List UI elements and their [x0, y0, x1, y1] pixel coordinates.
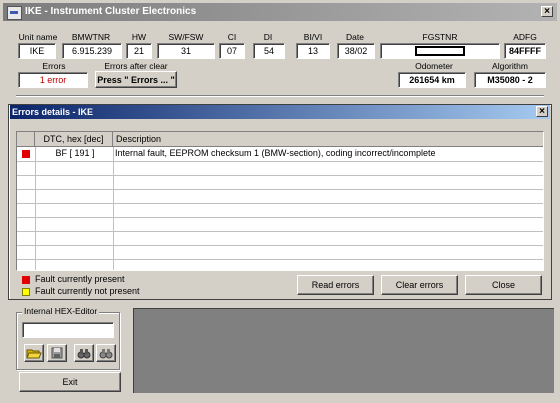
algorithm-field: M35080 - 2: [474, 72, 546, 88]
errors-after-clear-label: Errors after clear: [104, 61, 168, 71]
read-errors-button[interactable]: Read errors: [297, 275, 374, 295]
hw-field: 21: [126, 43, 152, 59]
open-folder-icon[interactable]: [24, 344, 44, 362]
dtc-column-header[interactable]: DTC, hex [dec]: [35, 132, 113, 147]
fault-present-swatch: [22, 276, 30, 284]
grid-line: [17, 175, 543, 176]
grid-line: [17, 161, 543, 162]
main-title: IKE - Instrument Cluster Electronics: [25, 6, 197, 17]
odometer-label: Odometer: [415, 61, 453, 71]
errors-count-field: 1 error: [18, 72, 88, 88]
di-field: 54: [253, 43, 285, 59]
grid-line: [17, 189, 543, 190]
sw-fsw-field: 31: [157, 43, 215, 59]
main-close-icon[interactable]: ×: [541, 6, 553, 17]
date-field: 38/02: [337, 43, 375, 59]
status-column-header: [17, 132, 35, 147]
dtc-cell: BF [ 191 ]: [55, 148, 95, 158]
grid-line: [17, 217, 543, 218]
date-label: Date: [346, 32, 364, 42]
ci-label: CI: [227, 32, 237, 42]
main-titlebar[interactable]: IKE - Instrument Cluster Electronics ×: [3, 3, 557, 21]
fgstnr-field: [380, 43, 500, 59]
grid-line: [113, 147, 114, 270]
ci-field: 07: [219, 43, 245, 59]
find-binoculars-icon[interactable]: [74, 344, 94, 362]
hw-label: HW: [131, 32, 147, 42]
fault-present-indicator: [22, 150, 30, 158]
close-button[interactable]: Close: [465, 275, 542, 295]
dialog-close-icon[interactable]: ×: [536, 106, 548, 117]
description-cell: Internal fault, EEPROM checksum 1 (BMW-s…: [115, 148, 436, 158]
grid-line: [17, 245, 543, 246]
fgstnr-redacted-box: [415, 46, 465, 56]
unit-name-label: Unit name: [18, 32, 58, 42]
grid-line: [35, 147, 36, 270]
bi-vi-field: 13: [296, 43, 330, 59]
bmwtnr-label: BMWTNR: [71, 32, 111, 42]
dialog-titlebar[interactable]: Errors details - IKE ×: [10, 105, 550, 119]
errors-after-clear-button[interactable]: Press " Errors ... ": [95, 71, 177, 88]
clear-errors-button[interactable]: Clear errors: [381, 275, 458, 295]
grid-line: [17, 259, 543, 260]
hex-editor-title: Internal HEX-Editor: [22, 306, 100, 316]
grid-line: [17, 203, 543, 204]
adfg-field: 84FFFF: [504, 43, 546, 59]
table-row[interactable]: BF [ 191 ] Internal fault, EEPROM checks…: [17, 147, 543, 161]
bi-vi-label: BI/VI: [303, 32, 323, 42]
algorithm-label: Algorithm: [492, 61, 528, 71]
dialog-title: Errors details - IKE: [12, 107, 94, 117]
find-next-binoculars-icon[interactable]: [96, 344, 116, 362]
di-label: DI: [263, 32, 273, 42]
bmwtnr-field: 6.915.239: [62, 43, 122, 59]
errors-label: Errors: [42, 61, 66, 71]
app-icon: [7, 6, 22, 20]
grid-line: [17, 231, 543, 232]
legend-present-label: Fault currently present: [35, 274, 125, 284]
dtc-table-header: DTC, hex [dec] Description: [17, 132, 543, 147]
exit-button[interactable]: Exit: [19, 372, 121, 392]
odometer-field: 261654 km: [398, 72, 466, 88]
sw-fsw-label: SW/FSW: [168, 32, 204, 42]
save-disk-icon[interactable]: [47, 344, 67, 362]
empty-workspace: [133, 308, 554, 393]
adfg-label: ADFG: [513, 32, 537, 42]
fgstnr-label: FGSTNR: [422, 32, 458, 42]
fault-not-present-swatch: [22, 288, 30, 296]
separator: [16, 95, 544, 97]
legend-not-present-label: Fault currently not present: [35, 286, 140, 296]
unit-name-field: IKE: [18, 43, 56, 59]
hex-editor-input[interactable]: [22, 322, 114, 338]
description-column-header[interactable]: Description: [113, 132, 543, 147]
